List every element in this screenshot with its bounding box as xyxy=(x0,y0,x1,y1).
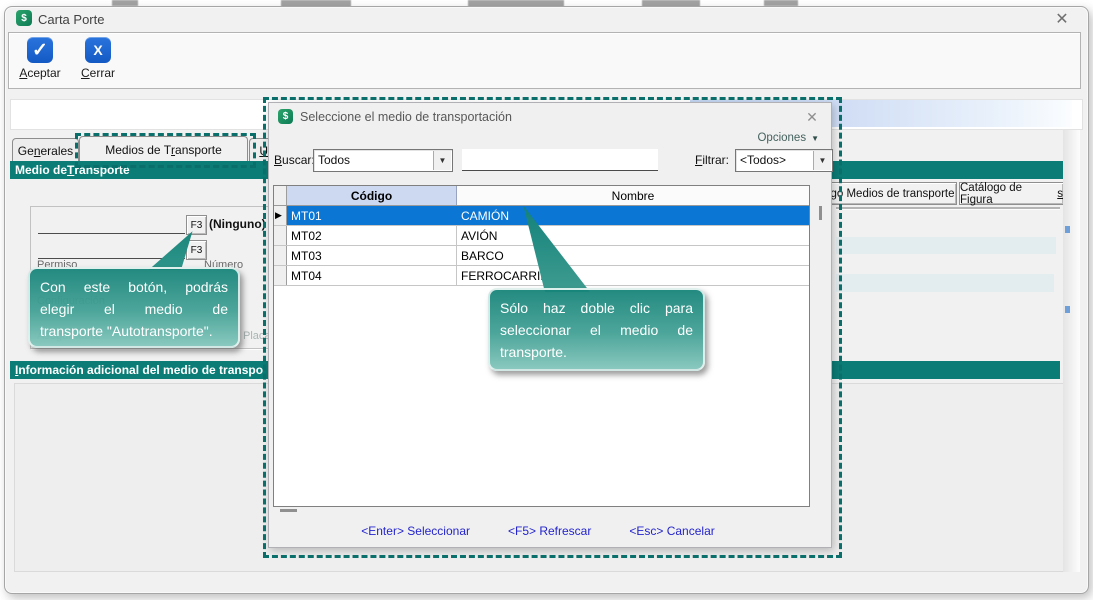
cell-nombre[interactable]: AVIÓN xyxy=(457,226,809,245)
right-groupbox-groove xyxy=(836,207,1060,209)
cerrar-button[interactable]: X Cerrar xyxy=(70,36,126,85)
row-pointer-icon: ▶ xyxy=(275,211,282,220)
callout-left-line: Con este botón, podrás xyxy=(40,276,228,298)
scroll-tick xyxy=(1065,226,1070,233)
ninguno-label: (Ninguno) xyxy=(209,217,266,231)
esc-cancelar-link[interactable]: <Esc> Cancelar xyxy=(629,524,714,538)
cell-nombre[interactable]: FERROCARRIL xyxy=(457,266,809,285)
f5-refrescar-link[interactable]: <F5> Refrescar xyxy=(508,524,591,538)
right-field-band xyxy=(836,237,1056,254)
right-edge-strip xyxy=(1063,130,1080,572)
column-header-nombre[interactable]: Nombre xyxy=(457,186,809,205)
callout-left: Con este botón, podrás elegir el medio d… xyxy=(28,267,240,348)
screen: $ Carta Porte ✕ ✓ Aceptar X Cerrar Gener… xyxy=(0,0,1093,600)
right-field-band xyxy=(836,274,1054,292)
buscar-combo-value: Todos xyxy=(318,153,350,167)
enter-seleccionar-link[interactable]: <Enter> Seleccionar xyxy=(361,524,470,538)
f3-button-permiso[interactable]: F3 xyxy=(186,240,207,260)
dialog-close-icon[interactable]: ✕ xyxy=(801,107,823,127)
callout-modal: Sólo haz doble clic para seleccionar el … xyxy=(488,288,705,371)
table-header-row: Código Nombre xyxy=(274,186,809,206)
cell-nombre[interactable]: BARCO xyxy=(457,246,809,265)
dialog-title: Seleccione el medio de transportación xyxy=(300,110,512,124)
app-logo-icon: $ xyxy=(16,10,32,26)
callout-left-line: elegir el medio de xyxy=(40,298,228,320)
dropdown-arrow-icon[interactable]: ▼ xyxy=(433,151,451,170)
row-selector-header xyxy=(274,186,287,205)
dropdown-arrow-icon[interactable]: ▼ xyxy=(813,151,831,170)
buscar-combo[interactable]: Todos ▼ xyxy=(313,149,453,172)
f3-button-medio[interactable]: F3 xyxy=(186,215,207,235)
filtrar-combo[interactable]: <Todos> ▼ xyxy=(735,149,833,172)
catalogo-medios-transporte-button[interactable]: go Medios de transporte xyxy=(828,182,957,205)
cell-codigo[interactable]: MT01 xyxy=(287,206,457,225)
cell-codigo[interactable]: MT03 xyxy=(287,246,457,265)
resize-handle[interactable] xyxy=(280,509,297,512)
cell-codigo[interactable]: MT04 xyxy=(287,266,457,285)
opciones-menu[interactable]: Opciones ▼ xyxy=(757,132,819,144)
tab-generales[interactable]: Generales xyxy=(12,138,79,162)
cell-codigo[interactable]: MT02 xyxy=(287,226,457,245)
tab-medios-de-transporte[interactable]: Medios de Transporte xyxy=(79,136,248,162)
window-title: Carta Porte xyxy=(38,12,104,27)
aceptar-button[interactable]: ✓ Aceptar xyxy=(12,36,68,85)
check-icon: ✓ xyxy=(27,37,53,63)
buscar-label: Buscar: xyxy=(274,153,315,167)
callout-modal-line: seleccionar el medio de xyxy=(500,319,693,341)
scrollbar-thumb[interactable] xyxy=(819,206,822,220)
chevron-down-icon: ▼ xyxy=(811,134,819,143)
search-input[interactable] xyxy=(462,149,658,171)
window-close-icon[interactable]: ✕ xyxy=(1050,8,1074,30)
callout-modal-line: transporte. xyxy=(500,341,693,363)
dialog-footer: <Enter> Seleccionar <F5> Refrescar <Esc>… xyxy=(269,524,831,538)
main-toolbar xyxy=(8,32,1081,89)
x-icon: X xyxy=(85,37,111,63)
medio-input[interactable] xyxy=(38,216,185,234)
aceptar-label: Aceptar xyxy=(12,66,68,80)
filtrar-combo-value: <Todos> xyxy=(740,153,786,167)
filtrar-label: Filtrar: xyxy=(695,153,729,167)
callout-modal-line: Sólo haz doble clic para xyxy=(500,297,693,319)
catalogo-figuras-button[interactable]: Catálogo de Figuras xyxy=(959,182,1064,205)
opciones-label: Opciones xyxy=(757,132,806,144)
column-header-codigo[interactable]: Código xyxy=(287,186,457,205)
callout-left-line: transporte "Autotransporte". xyxy=(40,320,228,342)
app-logo-icon: $ xyxy=(278,109,293,124)
scroll-tick xyxy=(1065,306,1070,313)
cerrar-label: Cerrar xyxy=(70,66,126,80)
permiso-input[interactable] xyxy=(38,241,185,259)
cell-nombre[interactable]: CAMIÓN xyxy=(457,206,809,225)
table-row[interactable]: ▶ MT01 CAMIÓN xyxy=(274,206,809,226)
